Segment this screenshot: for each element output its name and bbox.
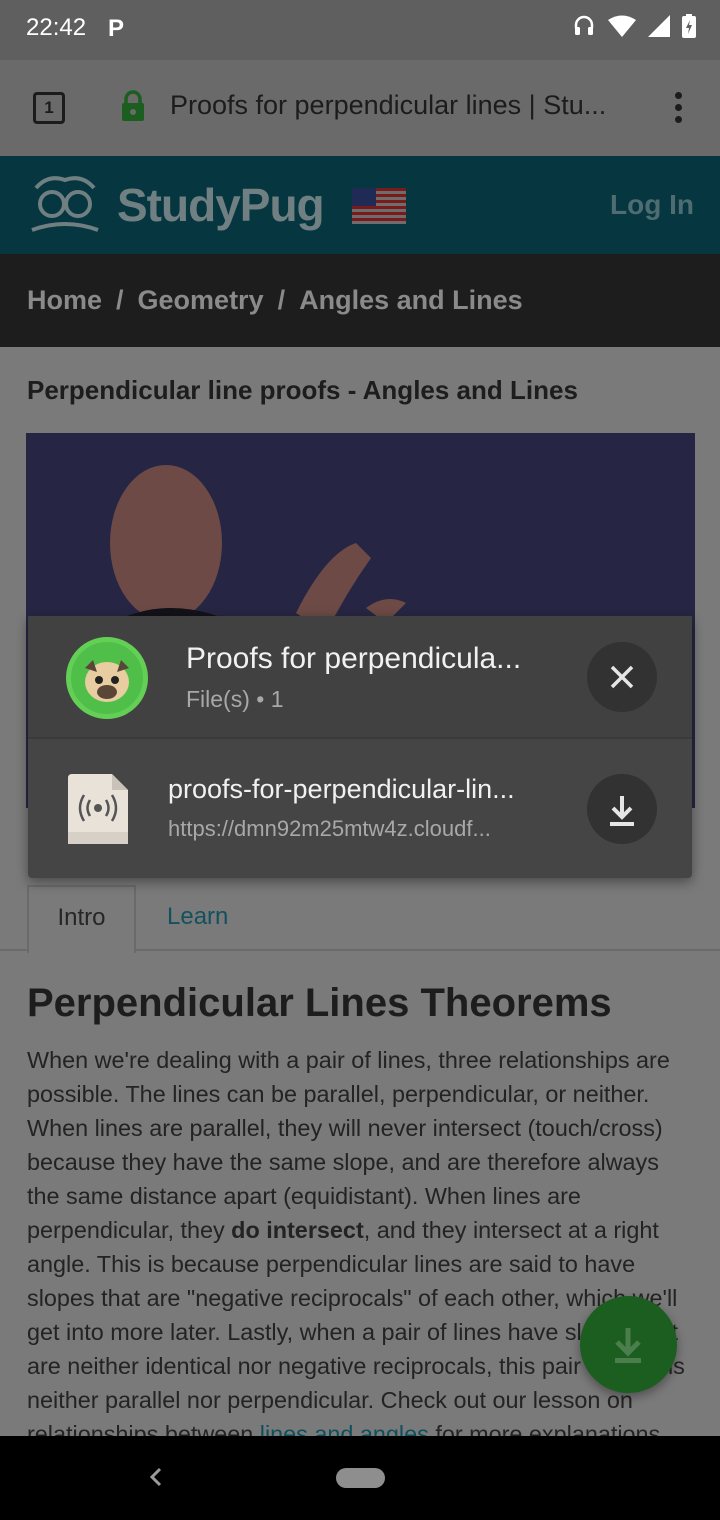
breadcrumb-home[interactable]: Home <box>27 285 102 316</box>
breadcrumb-separator: / <box>116 285 124 315</box>
download-sheet: Proofs for perpendicula... File(s) • 1 p… <box>28 616 692 878</box>
status-bar: 22:42 P <box>0 0 720 60</box>
page-body: Perpendicular line proofs - Angles and L… <box>0 347 720 1447</box>
site-logo-text[interactable]: StudyPug <box>117 178 325 232</box>
breadcrumb: Home / Geometry / Angles and Lines <box>0 254 720 347</box>
lesson-title: Perpendicular line proofs - Angles and L… <box>27 375 578 405</box>
lesson-tabs: Intro Learn <box>0 883 720 953</box>
download-fab[interactable] <box>580 1296 677 1393</box>
download-subtitle: File(s) • 1 <box>186 686 284 712</box>
audio-file-icon <box>68 774 128 844</box>
article-part-1: When we're dealing with a pair of lines,… <box>27 1047 670 1243</box>
download-icon <box>615 1328 641 1363</box>
overflow-menu-icon[interactable] <box>672 92 684 124</box>
site-header: StudyPug Log In <box>0 156 720 254</box>
status-icons <box>572 14 696 38</box>
close-button[interactable] <box>587 642 657 712</box>
notification-p-icon: P <box>108 15 125 42</box>
download-button[interactable] <box>587 774 657 844</box>
download-file-name[interactable]: proofs-for-perpendicular-lin... <box>168 774 558 805</box>
pug-logo-icon[interactable] <box>28 174 102 236</box>
article-heading: Perpendicular Lines Theorems <box>27 981 612 1025</box>
login-link[interactable]: Log In <box>610 189 694 221</box>
browser-toolbar: 1 Proofs for perpendicular lines | Stu..… <box>0 60 720 156</box>
close-icon <box>610 665 634 689</box>
download-sheet-header: Proofs for perpendicula... File(s) • 1 <box>28 616 692 739</box>
back-icon[interactable] <box>146 1462 166 1492</box>
tab-intro[interactable]: Intro <box>27 885 136 953</box>
address-bar[interactable]: Proofs for perpendicular lines | Stu... <box>170 90 630 121</box>
system-nav-bar <box>0 1436 720 1520</box>
breadcrumb-separator: / <box>277 285 286 315</box>
signal-icon <box>648 15 670 37</box>
us-flag-icon[interactable] <box>352 188 406 224</box>
download-icon <box>610 796 634 826</box>
article-bold: do intersect <box>231 1217 364 1243</box>
download-title: Proofs for perpendicula... <box>186 642 522 675</box>
status-time: 22:42 <box>26 14 87 41</box>
pug-avatar-icon <box>66 637 148 719</box>
tab-learn[interactable]: Learn <box>167 903 228 931</box>
wifi-icon <box>608 15 636 37</box>
tab-switcher-button[interactable]: 1 <box>33 92 65 124</box>
home-pill[interactable] <box>336 1468 385 1488</box>
lock-icon <box>122 90 144 121</box>
download-file-url: https://dmn92m25mtw4z.cloudf... <box>168 816 491 841</box>
breadcrumb-angles-and-lines[interactable]: Angles and Lines <box>299 285 523 316</box>
battery-icon <box>682 14 696 38</box>
breadcrumb-geometry[interactable]: Geometry <box>138 285 264 316</box>
headset-icon <box>574 15 594 35</box>
